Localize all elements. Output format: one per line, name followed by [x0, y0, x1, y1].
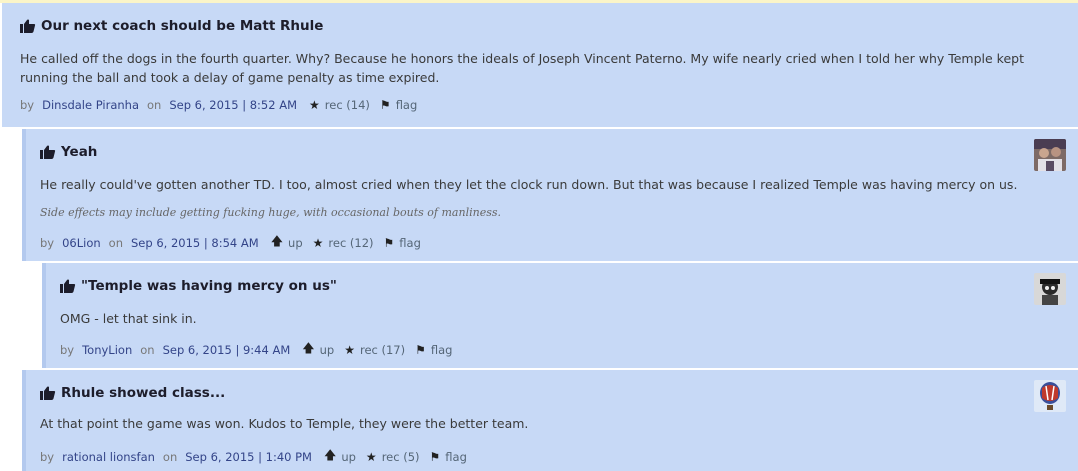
thumbs-up-icon [60, 279, 76, 293]
rec-label: rec (17) [359, 342, 406, 357]
user-signature: Side effects may include getting fucking… [40, 206, 501, 219]
flag-button[interactable]: ⚑ flag [430, 450, 467, 464]
comment-title[interactable]: "Temple was having mercy on us" [60, 278, 337, 294]
on-label: on [162, 449, 178, 464]
avatar[interactable] [1034, 380, 1066, 412]
star-icon: ★ [365, 449, 377, 464]
comment-meta: by rational lionsfan on Sep 6, 2015 | 1:… [40, 446, 467, 467]
flag-icon: ⚑ [429, 449, 441, 464]
author-link[interactable]: 06Lion [62, 236, 101, 250]
on-label: on [147, 98, 162, 112]
comment-body: He really could've gotten another TD. I … [40, 177, 1018, 192]
comment-meta: by Dinsdale Piranha on Sep 6, 2015 | 8:5… [20, 98, 417, 112]
thumbs-up-icon [40, 145, 56, 159]
flag-button[interactable]: ⚑ flag [384, 236, 421, 250]
rec-label: rec (5) [381, 449, 420, 464]
thumbs-up-icon [40, 386, 56, 400]
by-label: by [20, 98, 35, 112]
up-button[interactable]: 🡅 up [324, 446, 356, 467]
up-button[interactable]: 🡅 up [302, 339, 334, 360]
star-icon: ★ [312, 235, 324, 250]
comment-4: Rhule showed class... At that point the … [22, 370, 1078, 471]
date-link[interactable]: Sep 6, 2015 | 8:52 AM [169, 98, 297, 112]
comment-title[interactable]: Rhule showed class... [40, 385, 225, 401]
author-link[interactable]: Dinsdale Piranha [42, 98, 139, 112]
author-link[interactable]: TonyLion [82, 343, 132, 357]
up-label: up [341, 449, 356, 464]
rec-button[interactable]: ★ rec (14) [309, 98, 370, 112]
by-label: by [40, 235, 55, 250]
on-label: on [108, 235, 123, 250]
thread-bar [22, 129, 26, 261]
rec-button[interactable]: ★ rec (5) [366, 450, 420, 464]
up-label: up [319, 342, 335, 357]
comment-title-text: Yeah [61, 144, 98, 160]
by-label: by [60, 342, 75, 357]
flag-button[interactable]: ⚑ flag [380, 98, 417, 112]
comment-2: Yeah He really could've gotten another T… [22, 129, 1078, 261]
avatar[interactable] [1034, 139, 1066, 171]
flag-icon: ⚑ [379, 98, 391, 112]
comment-body: OMG - let that sink in. [60, 311, 197, 326]
comment-1: Our next coach should be Matt Rhule He c… [2, 3, 1078, 127]
date-link[interactable]: Sep 6, 2015 | 1:40 PM [185, 450, 312, 464]
comment-body: At that point the game was won. Kudos to… [40, 416, 529, 431]
thread-bar [42, 263, 46, 368]
flag-label: flag [430, 342, 453, 357]
on-label: on [140, 342, 155, 357]
flag-label: flag [395, 98, 418, 112]
rec-button[interactable]: ★ rec (17) [344, 343, 405, 357]
thread-bar [22, 370, 26, 471]
comment-title-text: Our next coach should be Matt Rhule [41, 18, 324, 34]
arrow-up-icon: 🡅 [323, 448, 337, 462]
up-button[interactable]: 🡅 up [271, 232, 303, 253]
comment-title-text: "Temple was having mercy on us" [81, 278, 337, 294]
flag-icon: ⚑ [383, 235, 395, 250]
comment-meta: by TonyLion on Sep 6, 2015 | 9:44 AM 🡅 u… [60, 339, 452, 360]
star-icon: ★ [344, 342, 355, 357]
up-label: up [288, 235, 303, 250]
star-icon: ★ [309, 98, 320, 112]
flag-icon: ⚑ [415, 342, 426, 357]
flag-label: flag [399, 235, 421, 250]
date-link[interactable]: Sep 6, 2015 | 9:44 AM [163, 343, 291, 357]
comment-title-text: Rhule showed class... [61, 385, 226, 401]
thumbs-up-icon [20, 19, 36, 33]
arrow-up-icon: 🡅 [270, 234, 284, 248]
author-link[interactable]: rational lionsfan [62, 450, 155, 464]
by-label: by [40, 449, 55, 464]
comment-title[interactable]: Our next coach should be Matt Rhule [20, 18, 323, 34]
comment-meta: by 06Lion on Sep 6, 2015 | 8:54 AM 🡅 up … [40, 232, 421, 253]
rec-label: rec (14) [324, 98, 370, 112]
comment-body: He called off the dogs in the fourth qua… [20, 51, 1025, 85]
date-link[interactable]: Sep 6, 2015 | 8:54 AM [131, 236, 259, 250]
comment-title[interactable]: Yeah [40, 144, 97, 160]
flag-button[interactable]: ⚑ flag [415, 343, 452, 357]
flag-label: flag [445, 449, 467, 464]
comment-3: "Temple was having mercy on us" OMG - le… [42, 263, 1078, 368]
avatar[interactable] [1034, 273, 1066, 305]
arrow-up-icon: 🡅 [302, 341, 315, 355]
rec-button[interactable]: ★ rec (12) [313, 236, 374, 250]
rec-label: rec (12) [328, 235, 374, 250]
